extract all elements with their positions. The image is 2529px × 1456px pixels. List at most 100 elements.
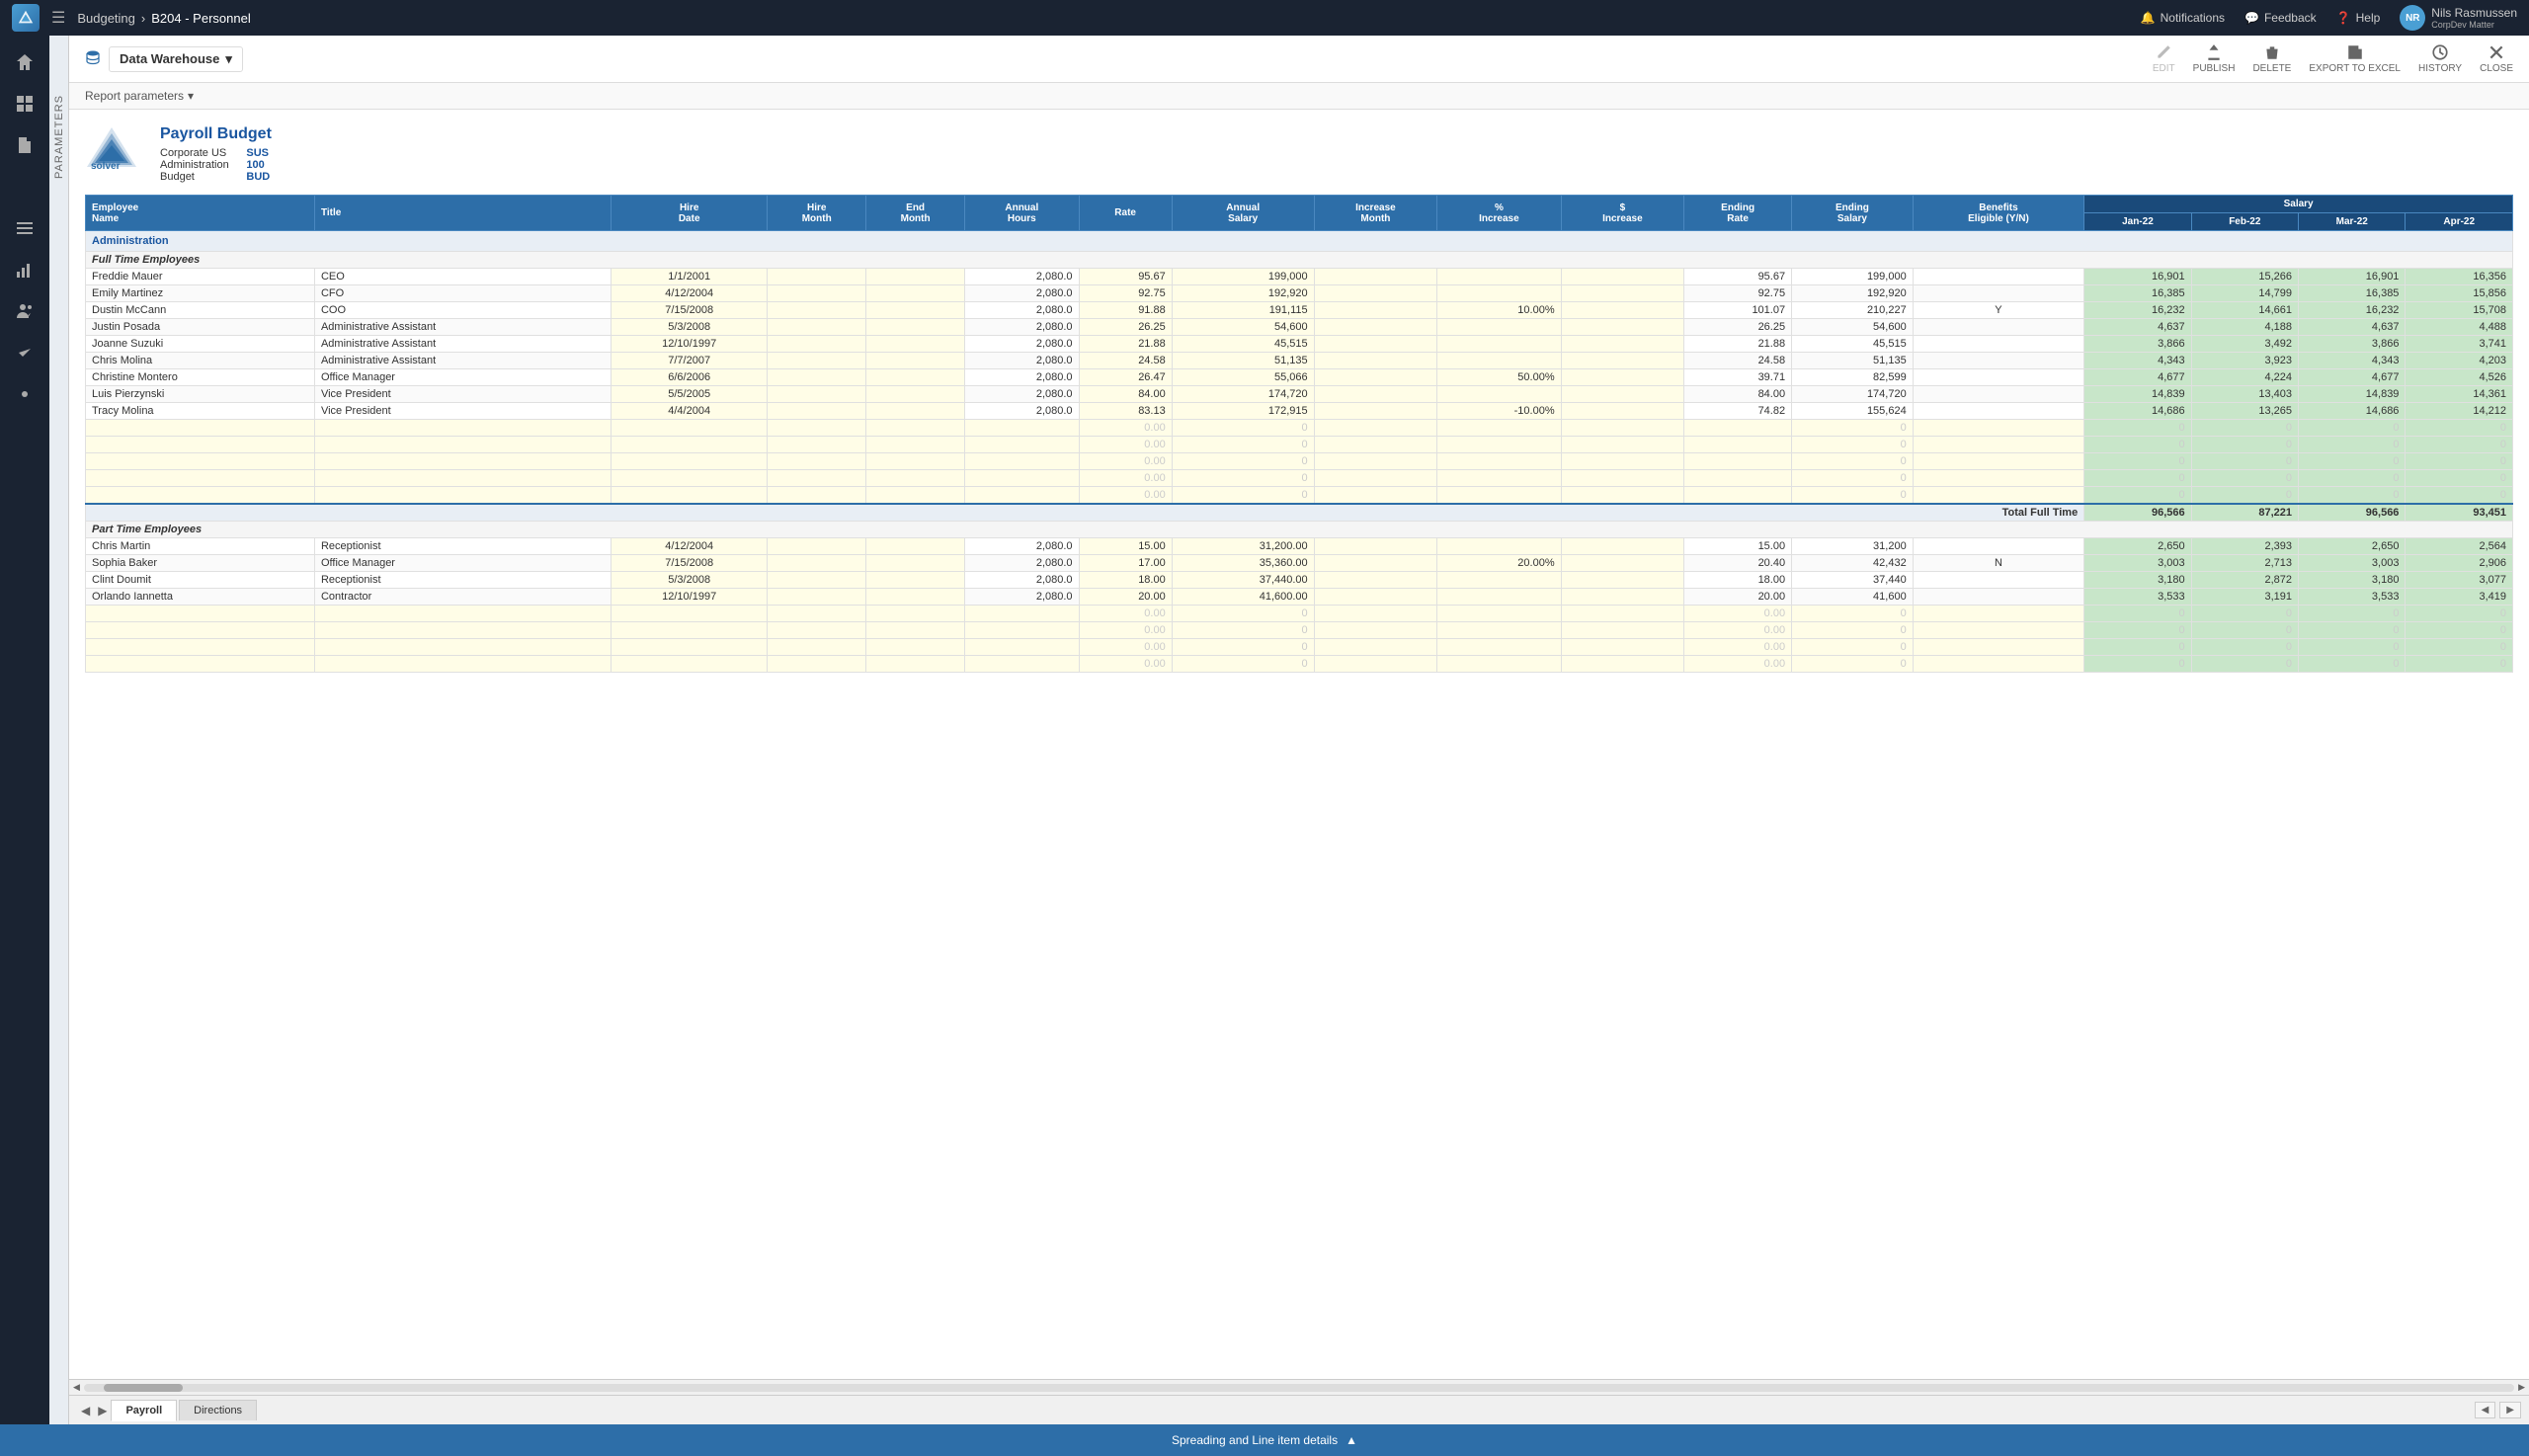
table-row: 0.000 0 00 00 xyxy=(86,487,2513,505)
report-logo: solver xyxy=(85,125,144,173)
chevron-down-icon: ▾ xyxy=(225,51,232,67)
feedback-button[interactable]: 💬 Feedback xyxy=(2244,11,2317,25)
tab-payroll[interactable]: Payroll xyxy=(111,1400,177,1421)
th-jan22: Jan-22 xyxy=(2084,213,2191,231)
tab-prev-btn[interactable]: ◀ xyxy=(77,1404,94,1417)
th-annual-salary: AnnualSalary xyxy=(1172,196,1314,231)
table-row: 0.000 0.000 00 00 xyxy=(86,639,2513,656)
table-row: Justin Posada Administrative Assistant 5… xyxy=(86,319,2513,336)
sidebar-item-home[interactable] xyxy=(6,43,43,81)
budget-label: Budget xyxy=(160,171,230,183)
user-name: Nils Rasmussen xyxy=(2431,6,2517,20)
tab-scroll-right[interactable]: ▶ xyxy=(2499,1402,2521,1418)
table-row: Tracy Molina Vice President 4/4/2004 2,0… xyxy=(86,403,2513,420)
content-area: Data Warehouse ▾ EDIT PUBLISH DELETE xyxy=(69,36,2529,1424)
th-hire-date: HireDate xyxy=(612,196,768,231)
horizontal-scrollbar[interactable]: ◀ ▶ xyxy=(69,1379,2529,1395)
app-logo[interactable] xyxy=(12,4,40,32)
sidebar-item-settings[interactable] xyxy=(6,375,43,413)
table-row: Chris Molina Administrative Assistant 7/… xyxy=(86,353,2513,369)
sidebar-item-reports[interactable] xyxy=(6,126,43,164)
history-button[interactable]: HISTORY xyxy=(2418,43,2462,74)
table-row: Orlando Iannetta Contractor 12/10/1997 2… xyxy=(86,589,2513,606)
th-annual-hours: AnnualHours xyxy=(965,196,1079,231)
breadcrumb-sep: › xyxy=(141,11,145,26)
publish-button[interactable]: PUBLISH xyxy=(2193,43,2236,74)
avatar: NR xyxy=(2400,5,2425,31)
table-row: 0.000 0.000 00 00 xyxy=(86,656,2513,673)
th-inc-month: IncreaseMonth xyxy=(1314,196,1437,231)
tab-next-btn[interactable]: ▶ xyxy=(94,1404,111,1417)
table-row: Sophia Baker Office Manager 7/15/2008 2,… xyxy=(86,555,2513,572)
report-params-toggle[interactable]: Report parameters ▾ xyxy=(85,89,194,103)
table-row: Chris Martin Receptionist 4/12/2004 2,08… xyxy=(86,538,2513,555)
total-full-time-row: Total Full Time 96,566 87,221 96,566 93,… xyxy=(86,504,2513,522)
table-row: 0.000 0.000 00 00 xyxy=(86,622,2513,639)
table-row: Emily Martinez CFO 4/12/2004 2,080.0 92.… xyxy=(86,285,2513,302)
hscroll-thumb[interactable] xyxy=(104,1384,183,1392)
report-meta: Corporate US SUS Administration 100 Budg… xyxy=(160,147,272,183)
budget-code: BUD xyxy=(246,171,272,183)
table-row: 0.000 0 00 00 xyxy=(86,453,2513,470)
main-layout: Parameters Data Warehouse ▾ xyxy=(0,36,2529,1424)
parttime-label: Part Time Employees xyxy=(86,522,2513,538)
administration-label: Administration xyxy=(86,231,2513,252)
tab-scroll-left[interactable]: ◀ xyxy=(2475,1402,2496,1418)
sidebar-item-tasks[interactable] xyxy=(6,334,43,371)
th-end-month: EndMonth xyxy=(866,196,965,231)
parameters-panel[interactable]: Parameters xyxy=(49,36,69,1424)
th-feb22: Feb-22 xyxy=(2191,213,2298,231)
warehouse-dropdown[interactable]: Data Warehouse ▾ xyxy=(109,46,243,72)
table-row: Luis Pierzynski Vice President 5/5/2005 … xyxy=(86,386,2513,403)
payroll-table: EmployeeName Title HireDate HireMonth En… xyxy=(85,195,2513,673)
hscroll-left-btn[interactable]: ◀ xyxy=(73,1382,80,1393)
dept-label: Administration xyxy=(160,159,230,171)
breadcrumb: Budgeting › B204 - Personnel xyxy=(77,11,250,26)
feedback-icon: 💬 xyxy=(2244,11,2259,25)
export-button[interactable]: EXPORT TO EXCEL xyxy=(2309,43,2401,74)
table-row: Freddie Mauer CEO 1/1/2001 2,080.0 95.67… xyxy=(86,269,2513,285)
th-apr22: Apr-22 xyxy=(2406,213,2513,231)
table-row: Dustin McCann COO 7/15/2008 2,080.0 91.8… xyxy=(86,302,2513,319)
help-button[interactable]: ❓ Help xyxy=(2336,11,2381,25)
th-dollar-inc: $Increase xyxy=(1561,196,1684,231)
toolbar-left: Data Warehouse ▾ xyxy=(85,46,243,72)
bottom-bar[interactable]: Spreading and Line item details ▲ xyxy=(0,1424,2529,1456)
hscroll-track[interactable] xyxy=(84,1384,2514,1392)
delete-button[interactable]: DELETE xyxy=(2252,43,2291,74)
user-menu[interactable]: NR Nils Rasmussen CorpDev Matter xyxy=(2400,5,2517,31)
report-title-block: Payroll Budget Corporate US SUS Administ… xyxy=(160,125,272,183)
notifications-button[interactable]: 🔔 Notifications xyxy=(2141,11,2225,25)
spreadsheet-container[interactable]: solver Payroll Budget Corporate US SUS A… xyxy=(69,110,2529,1379)
sidebar-item-people[interactable] xyxy=(6,292,43,330)
sidebar-icons xyxy=(0,36,49,1424)
breadcrumb-current: B204 - Personnel xyxy=(151,11,250,26)
report-params-bar: Report parameters ▾ xyxy=(69,83,2529,110)
section-administration: Administration xyxy=(86,231,2513,252)
edit-button[interactable]: EDIT xyxy=(2153,43,2175,74)
help-icon: ❓ xyxy=(2336,11,2351,25)
close-button[interactable]: CLOSE xyxy=(2480,43,2513,74)
report-title: Payroll Budget xyxy=(160,125,272,143)
hscroll-right-btn[interactable]: ▶ xyxy=(2518,1382,2525,1393)
breadcrumb-parent[interactable]: Budgeting xyxy=(77,11,135,26)
bell-icon: 🔔 xyxy=(2141,11,2156,25)
sidebar-item-list[interactable] xyxy=(6,209,43,247)
th-title: Title xyxy=(314,196,611,231)
th-end-rate: EndingRate xyxy=(1684,196,1792,231)
total-apr22: 93,451 xyxy=(2406,504,2513,522)
sidebar-item-filter[interactable] xyxy=(6,168,43,205)
dept-code: 100 xyxy=(246,159,272,171)
sidebar-item-chart[interactable] xyxy=(6,251,43,288)
topbar: ☰ Budgeting › B204 - Personnel 🔔 Notific… xyxy=(0,0,2529,36)
th-employee-name: EmployeeName xyxy=(86,196,315,231)
total-fulltime-label: Total Full Time xyxy=(86,504,2084,522)
table-row: 0.000 0 00 00 xyxy=(86,420,2513,437)
menu-icon[interactable]: ☰ xyxy=(51,8,65,28)
sidebar-item-dashboard[interactable] xyxy=(6,85,43,122)
total-feb22: 87,221 xyxy=(2191,504,2298,522)
spreadsheet-wrapper: solver Payroll Budget Corporate US SUS A… xyxy=(69,110,2529,1424)
bottom-bar-label: Spreading and Line item details xyxy=(1172,1433,1338,1447)
tab-directions[interactable]: Directions xyxy=(179,1400,257,1420)
report-params-text: Report parameters xyxy=(85,89,184,103)
